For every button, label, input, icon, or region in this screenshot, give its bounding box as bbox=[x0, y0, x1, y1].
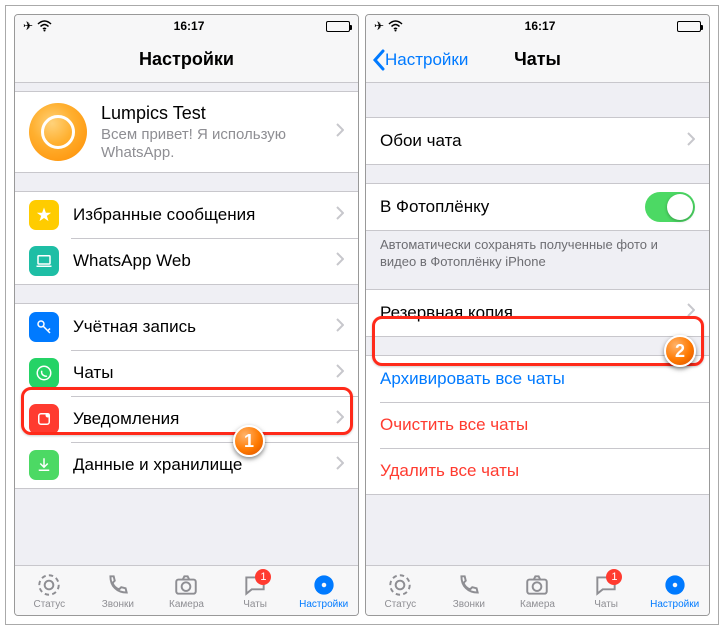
tab-bar: Статус Звонки Камера 1 Чаты Настройки bbox=[15, 565, 358, 615]
chevron-right-icon bbox=[687, 132, 695, 151]
notification-icon bbox=[29, 404, 59, 434]
row-label: Избранные сообщения bbox=[73, 205, 336, 225]
starred-messages-row[interactable]: Избранные сообщения bbox=[15, 192, 358, 238]
page-title: Настройки bbox=[139, 49, 234, 70]
chevron-right-icon bbox=[336, 364, 344, 383]
key-icon bbox=[29, 312, 59, 342]
toggle-on[interactable] bbox=[645, 192, 695, 222]
chats-badge: 1 bbox=[606, 569, 622, 585]
tab-label: Настройки bbox=[650, 599, 699, 610]
wallpaper-row[interactable]: Обои чата bbox=[366, 118, 709, 164]
settings-content[interactable]: Lumpics Test Всем привет! Я использую Wh… bbox=[15, 83, 358, 565]
gear-icon bbox=[662, 572, 688, 598]
tab-chats[interactable]: 1 Чаты bbox=[572, 566, 641, 615]
camera-icon bbox=[524, 572, 550, 598]
row-label: Очистить все чаты bbox=[380, 415, 695, 435]
tab-label: Статус bbox=[384, 599, 416, 610]
chevron-right-icon bbox=[336, 206, 344, 225]
airplane-icon: ✈︎ bbox=[374, 19, 384, 33]
nav-bar: Настройки Чаты bbox=[366, 37, 709, 83]
phone-icon bbox=[105, 572, 131, 598]
tab-calls[interactable]: Звонки bbox=[435, 566, 504, 615]
wifi-icon bbox=[37, 20, 52, 32]
chevron-left-icon bbox=[372, 49, 385, 71]
tab-calls[interactable]: Звонки bbox=[84, 566, 153, 615]
tab-camera[interactable]: Камера bbox=[152, 566, 221, 615]
tab-label: Камера bbox=[520, 599, 555, 610]
tab-settings[interactable]: Настройки bbox=[289, 566, 358, 615]
tab-label: Статус bbox=[33, 599, 65, 610]
row-label: Учётная запись bbox=[73, 317, 336, 337]
clear-all-row[interactable]: Очистить все чаты bbox=[366, 402, 709, 448]
save-camera-roll-row[interactable]: В Фотоплёнку bbox=[366, 184, 709, 230]
status-bar: ✈︎ 16:17 bbox=[366, 15, 709, 37]
status-time: 16:17 bbox=[525, 19, 556, 33]
tab-label: Настройки bbox=[299, 599, 348, 610]
chevron-right-icon bbox=[336, 252, 344, 271]
chats-settings-content[interactable]: Обои чата В Фотоплёнку Автоматически сох… bbox=[366, 83, 709, 565]
row-label: Данные и хранилище bbox=[73, 455, 336, 475]
camera-roll-note: Автоматически сохранять полученные фото … bbox=[366, 231, 709, 271]
laptop-icon bbox=[29, 246, 59, 276]
row-label: Чаты bbox=[73, 363, 336, 383]
tab-status[interactable]: Статус bbox=[15, 566, 84, 615]
tab-bar: Статус Звонки Камера 1 Чаты Настройки bbox=[366, 565, 709, 615]
row-label: Уведомления bbox=[73, 409, 336, 429]
battery-icon bbox=[326, 21, 350, 32]
back-label: Настройки bbox=[385, 50, 468, 70]
storage-icon bbox=[29, 450, 59, 480]
whatsapp-icon bbox=[29, 358, 59, 388]
row-label: Резервная копия bbox=[380, 303, 687, 323]
chevron-right-icon bbox=[336, 318, 344, 337]
chevron-right-icon bbox=[687, 303, 695, 322]
notifications-row[interactable]: Уведомления bbox=[15, 396, 358, 442]
chevron-right-icon bbox=[336, 456, 344, 475]
backup-row[interactable]: Резервная копия bbox=[366, 290, 709, 336]
chats-badge: 1 bbox=[255, 569, 271, 585]
status-icon bbox=[36, 572, 62, 598]
profile-subtitle: Всем привет! Я использую WhatsApp. bbox=[101, 126, 336, 162]
tab-status[interactable]: Статус bbox=[366, 566, 435, 615]
status-bar: ✈︎ 16:17 bbox=[15, 15, 358, 37]
chevron-right-icon bbox=[336, 410, 344, 429]
row-label: Архивировать все чаты bbox=[380, 369, 695, 389]
phone-icon bbox=[456, 572, 482, 598]
row-label: Обои чата bbox=[380, 131, 687, 151]
tab-label: Чаты bbox=[594, 599, 618, 610]
phone-settings: ✈︎ 16:17 Настройки Lumpics Test Всем при… bbox=[14, 14, 359, 616]
status-time: 16:17 bbox=[174, 19, 205, 33]
storage-row[interactable]: Данные и хранилище bbox=[15, 442, 358, 488]
page-title: Чаты bbox=[514, 49, 561, 70]
tab-settings[interactable]: Настройки bbox=[640, 566, 709, 615]
status-icon bbox=[387, 572, 413, 598]
phone-chats: ✈︎ 16:17 Настройки Чаты Обои чата В Фото… bbox=[365, 14, 710, 616]
gear-icon bbox=[311, 572, 337, 598]
account-row[interactable]: Учётная запись bbox=[15, 304, 358, 350]
wifi-icon bbox=[388, 20, 403, 32]
tab-label: Чаты bbox=[243, 599, 267, 610]
battery-icon bbox=[677, 21, 701, 32]
star-icon bbox=[29, 200, 59, 230]
avatar bbox=[29, 103, 87, 161]
profile-row[interactable]: Lumpics Test Всем привет! Я использую Wh… bbox=[15, 92, 358, 172]
tab-chats[interactable]: 1 Чаты bbox=[221, 566, 290, 615]
tab-label: Звонки bbox=[102, 599, 134, 610]
row-label: Удалить все чаты bbox=[380, 461, 695, 481]
whatsapp-web-row[interactable]: WhatsApp Web bbox=[15, 238, 358, 284]
tab-camera[interactable]: Камера bbox=[503, 566, 572, 615]
nav-bar: Настройки bbox=[15, 37, 358, 83]
profile-name: Lumpics Test bbox=[101, 103, 336, 124]
chevron-right-icon bbox=[336, 123, 344, 142]
row-label: WhatsApp Web bbox=[73, 251, 336, 271]
tab-label: Камера bbox=[169, 599, 204, 610]
back-button[interactable]: Настройки bbox=[372, 49, 468, 71]
airplane-icon: ✈︎ bbox=[23, 19, 33, 33]
delete-all-row[interactable]: Удалить все чаты bbox=[366, 448, 709, 494]
tab-label: Звонки bbox=[453, 599, 485, 610]
chats-row[interactable]: Чаты bbox=[15, 350, 358, 396]
row-label: В Фотоплёнку bbox=[380, 197, 645, 217]
camera-icon bbox=[173, 572, 199, 598]
archive-all-row[interactable]: Архивировать все чаты bbox=[366, 356, 709, 402]
